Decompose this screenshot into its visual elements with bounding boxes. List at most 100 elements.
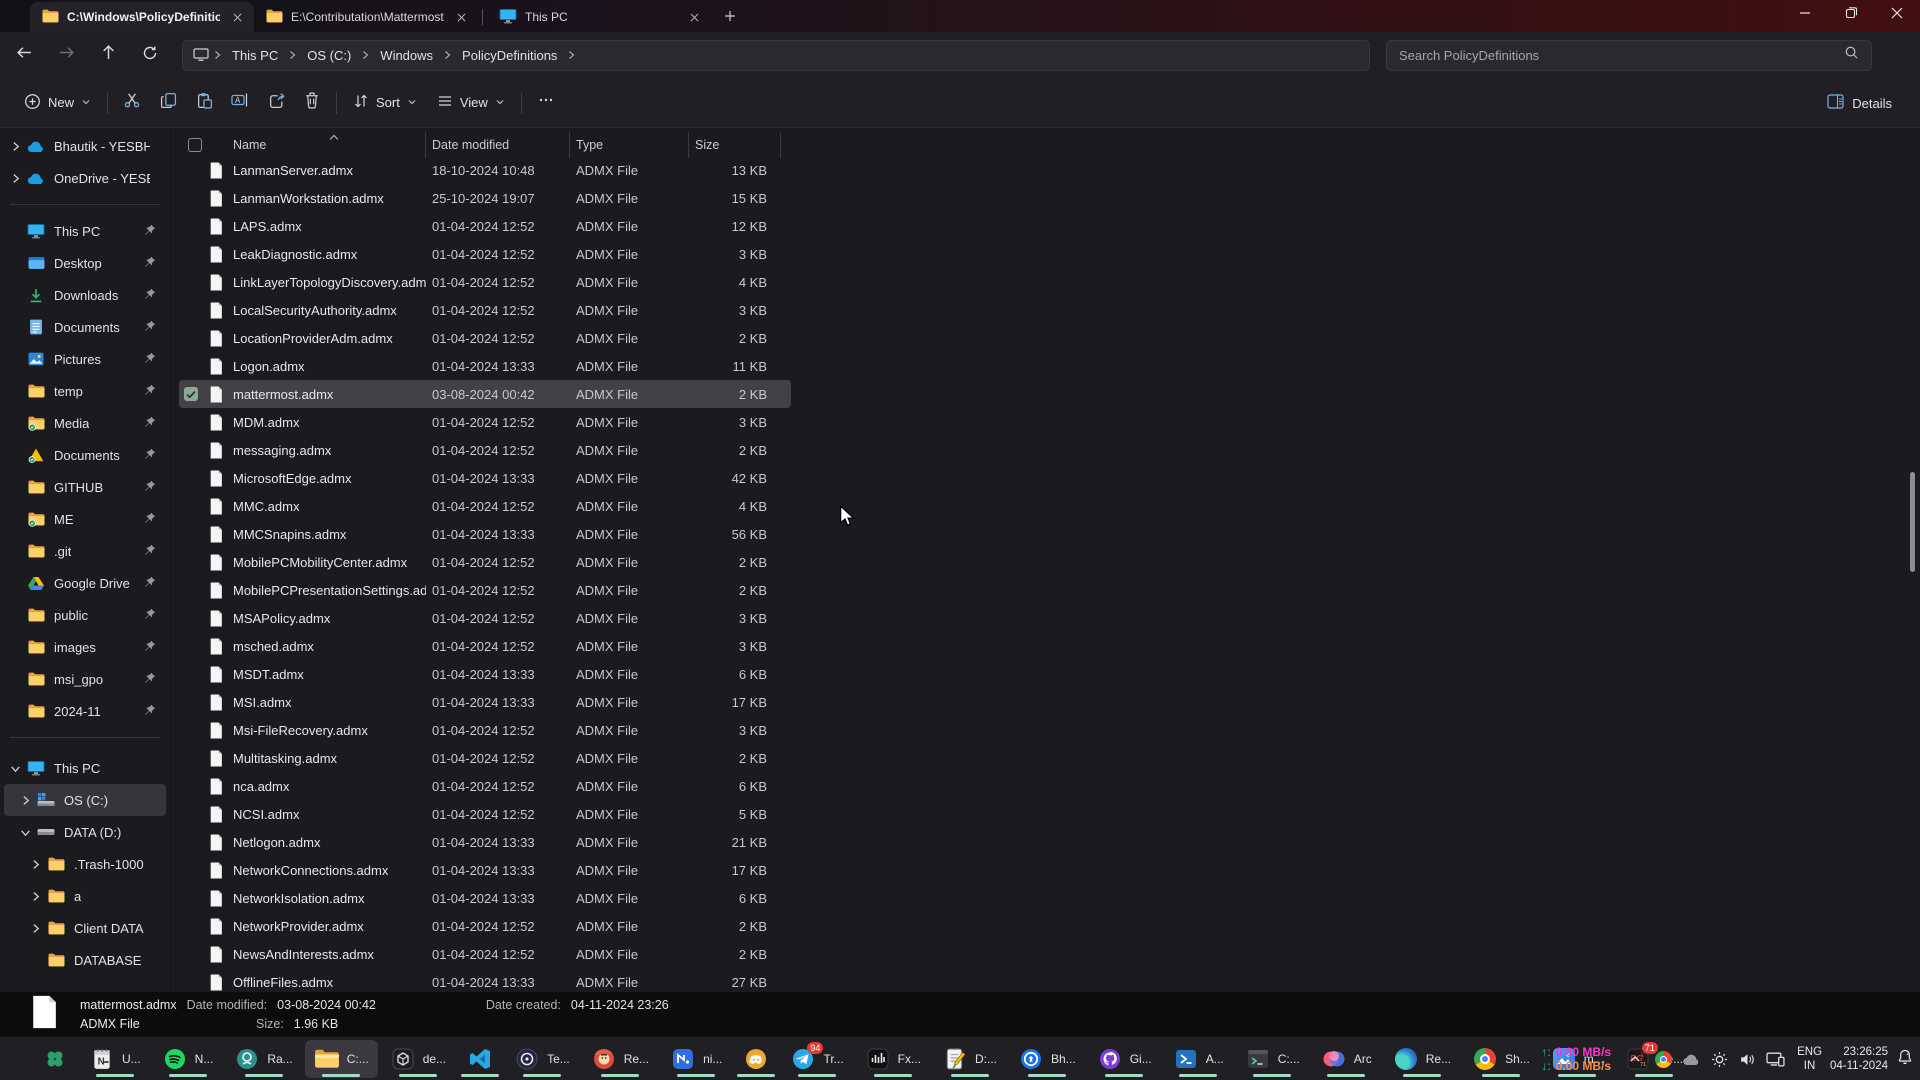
tab-c-windows-policydefinitions[interactable]: C:\Windows\PolicyDefinitions bbox=[30, 2, 254, 32]
file-row-msapolicy-admx[interactable]: MSAPolicy.admx 01-04-2024 12:52 ADMX Fil… bbox=[179, 604, 791, 632]
breadcrumb-policydefinitions[interactable]: PolicyDefinitions bbox=[454, 44, 565, 67]
delete-button[interactable] bbox=[294, 86, 330, 120]
file-row-mattermost-admx[interactable]: mattermost.admx 03-08-2024 00:42 ADMX Fi… bbox=[179, 380, 791, 408]
share-button[interactable] bbox=[258, 86, 294, 120]
tray-cast-icon[interactable] bbox=[1762, 1044, 1788, 1074]
chevron-right-icon[interactable] bbox=[14, 795, 36, 806]
column-header-size[interactable]: Size bbox=[689, 132, 781, 158]
column-header-name[interactable]: Name bbox=[227, 132, 426, 158]
chevron-right-icon[interactable] bbox=[24, 891, 46, 902]
tray-cloud-gray-icon[interactable] bbox=[1678, 1044, 1704, 1074]
file-row-msched-admx[interactable]: msched.admx 01-04-2024 12:52 ADMX File 3… bbox=[179, 632, 791, 660]
new-tab-button[interactable] bbox=[717, 3, 743, 29]
file-row-newsandinterests-admx[interactable]: NewsAndInterests.admx 01-04-2024 12:52 A… bbox=[179, 940, 791, 968]
taskbar-app-notepad[interactable]: N U... bbox=[80, 1040, 150, 1078]
column-header-type[interactable]: Type bbox=[570, 132, 689, 158]
chevron-down-icon[interactable] bbox=[4, 763, 26, 774]
sidebar-item-images[interactable]: images bbox=[4, 631, 166, 663]
file-row-logon-admx[interactable]: Logon.admx 01-04-2024 13:33 ADMX File 11… bbox=[179, 352, 791, 380]
sidebar-item-bhautik-yesbh[interactable]: Bhautik - YESBH bbox=[4, 130, 166, 162]
taskbar-app-onepassword[interactable]: Bh... bbox=[1009, 1040, 1085, 1078]
select-all-checkbox[interactable] bbox=[179, 132, 205, 158]
file-row-multitasking-admx[interactable]: Multitasking.admx 01-04-2024 12:52 ADMX … bbox=[179, 744, 791, 772]
column-header-date[interactable]: Date modified bbox=[426, 132, 570, 158]
sidebar-item-documents[interactable]: Documents bbox=[4, 311, 166, 343]
taskbar-app-vscode[interactable] bbox=[458, 1040, 502, 1078]
sidebar-item-this-pc[interactable]: This PC bbox=[4, 215, 166, 247]
file-row-ncsi-admx[interactable]: NCSI.admx 01-04-2024 12:52 ADMX File 5 K… bbox=[179, 800, 791, 828]
taskbar-app-discord[interactable] bbox=[734, 1040, 778, 1078]
file-row-leakdiagnostic-admx[interactable]: LeakDiagnostic.admx 01-04-2024 12:52 ADM… bbox=[179, 240, 791, 268]
tray-volume-icon[interactable] bbox=[1734, 1044, 1760, 1074]
file-row-localsecurityauthority-admx[interactable]: LocalSecurityAuthority.admx 01-04-2024 1… bbox=[179, 296, 791, 324]
close-button[interactable] bbox=[1874, 0, 1920, 30]
view-button[interactable]: View bbox=[427, 86, 515, 120]
tab-this-pc[interactable]: This PC bbox=[487, 2, 711, 32]
sidebar-item-database[interactable]: DATABASE bbox=[4, 944, 166, 976]
file-row-msi-admx[interactable]: MSI.admx 01-04-2024 13:33 ADMX File 17 K… bbox=[179, 688, 791, 716]
sidebar-item-a[interactable]: a bbox=[4, 880, 166, 912]
file-row-linklayertopologydiscovery-admx[interactable]: LinkLayerTopologyDiscovery.admx 01-04-20… bbox=[179, 268, 791, 296]
breadcrumb-this-pc[interactable]: This PC bbox=[224, 44, 286, 67]
chevron-down-icon[interactable] bbox=[14, 827, 36, 838]
taskbar-app-edge[interactable]: Re... bbox=[1384, 1040, 1460, 1078]
file-row-laps-admx[interactable]: LAPS.admx 01-04-2024 12:52 ADMX File 12 … bbox=[179, 212, 791, 240]
copy-button[interactable] bbox=[150, 86, 186, 120]
taskbar-app-clover[interactable] bbox=[33, 1040, 77, 1078]
file-row-networkprovider-admx[interactable]: NetworkProvider.admx 01-04-2024 12:52 AD… bbox=[179, 912, 791, 940]
taskbar-app-chrome[interactable]: Sh... bbox=[1463, 1040, 1539, 1078]
rename-button[interactable]: A bbox=[222, 86, 258, 120]
taskbar-app-ring-app[interactable]: Te... bbox=[505, 1040, 579, 1078]
taskbar-app-powershell[interactable]: A... bbox=[1164, 1040, 1233, 1078]
sort-button[interactable]: Sort bbox=[343, 86, 427, 120]
taskbar-app-blue-app[interactable]: ni... bbox=[661, 1040, 731, 1078]
sidebar-item-git[interactable]: .git bbox=[4, 535, 166, 567]
tray-chrome-mini-icon[interactable] bbox=[1650, 1044, 1676, 1074]
sidebar-item-pictures[interactable]: Pictures bbox=[4, 343, 166, 375]
notification-bell-button[interactable]: z bbox=[1896, 1048, 1914, 1071]
address-bar[interactable]: This PCOS (C:)WindowsPolicyDefinitions bbox=[182, 40, 1370, 71]
sidebar-item-onedrive-yese[interactable]: OneDrive - YESE bbox=[4, 162, 166, 194]
sidebar-item-github[interactable]: GITHUB bbox=[4, 471, 166, 503]
clock[interactable]: 23:26:25 04-11-2024 bbox=[1830, 1045, 1888, 1073]
tab-e-contributation-mattermost[interactable]: E:\Contributation\Mattermost\ bbox=[254, 2, 478, 32]
sidebar-item-msi-gpo[interactable]: msi_gpo bbox=[4, 663, 166, 695]
sidebar-item-desktop[interactable]: Desktop bbox=[4, 247, 166, 279]
refresh-button[interactable] bbox=[132, 39, 168, 71]
tray-chevron-up-icon[interactable] bbox=[1622, 1044, 1648, 1074]
forward-button[interactable] bbox=[48, 39, 84, 71]
file-row-networkconnections-admx[interactable]: NetworkConnections.admx 01-04-2024 13:33… bbox=[179, 856, 791, 884]
vertical-scrollbar[interactable] bbox=[1910, 472, 1915, 572]
tab-close-button[interactable] bbox=[685, 8, 703, 26]
taskbar-app-terminal[interactable]: C:... bbox=[1236, 1040, 1309, 1078]
file-row-networkisolation-admx[interactable]: NetworkIsolation.admx 01-04-2024 13:33 A… bbox=[179, 884, 791, 912]
sidebar-item-trash-1000[interactable]: .Trash-1000 bbox=[4, 848, 166, 880]
sidebar-item-google-drive[interactable]: Google Drive bbox=[4, 567, 166, 599]
taskbar-app-file-explorer[interactable]: C:... bbox=[305, 1040, 378, 1078]
net-speed-widget[interactable]: ↑:0.00 MB/s ↓:0.00 MB/s bbox=[1541, 1045, 1611, 1073]
more-options-button[interactable] bbox=[528, 86, 564, 120]
search-box[interactable]: Search PolicyDefinitions bbox=[1386, 40, 1872, 71]
file-row-mdm-admx[interactable]: MDM.admx 01-04-2024 12:52 ADMX File 3 KB bbox=[179, 408, 791, 436]
file-row-lanmanworkstation-admx[interactable]: LanmanWorkstation.admx 25-10-2024 19:07 … bbox=[179, 184, 791, 212]
file-row-messaging-admx[interactable]: messaging.admx 01-04-2024 12:52 ADMX Fil… bbox=[179, 436, 791, 464]
sidebar-item-2024-11[interactable]: 2024-11 bbox=[4, 695, 166, 727]
file-row-mmcsnapins-admx[interactable]: MMCSnapins.admx 01-04-2024 13:33 ADMX Fi… bbox=[179, 520, 791, 548]
chevron-right-icon[interactable] bbox=[4, 173, 26, 184]
file-row-lanmanserver-admx[interactable]: LanmanServer.admx 18-10-2024 10:48 ADMX … bbox=[179, 156, 791, 184]
taskbar-app-equalizer-app[interactable]: Fx... bbox=[856, 1040, 930, 1078]
taskbar-app-github[interactable]: Gi... bbox=[1088, 1040, 1161, 1078]
sidebar-item-downloads[interactable]: Downloads bbox=[4, 279, 166, 311]
chevron-right-icon[interactable] bbox=[24, 923, 46, 934]
tab-close-button[interactable] bbox=[452, 8, 470, 26]
new-button[interactable]: New bbox=[14, 86, 101, 120]
sidebar-item-client-data[interactable]: Client DATA bbox=[4, 912, 166, 944]
taskbar-app-arc[interactable]: Arc bbox=[1312, 1040, 1381, 1078]
breadcrumb-windows[interactable]: Windows bbox=[372, 44, 441, 67]
chevron-right-icon[interactable] bbox=[4, 141, 26, 152]
file-row-netlogon-admx[interactable]: Netlogon.admx 01-04-2024 13:33 ADMX File… bbox=[179, 828, 791, 856]
taskbar-app-teal-app[interactable]: Ra... bbox=[225, 1040, 301, 1078]
sidebar-item-documents[interactable]: Documents bbox=[4, 439, 166, 471]
row-checkbox[interactable] bbox=[184, 387, 198, 401]
file-row-locationprovideradm-admx[interactable]: LocationProviderAdm.admx 01-04-2024 12:5… bbox=[179, 324, 791, 352]
